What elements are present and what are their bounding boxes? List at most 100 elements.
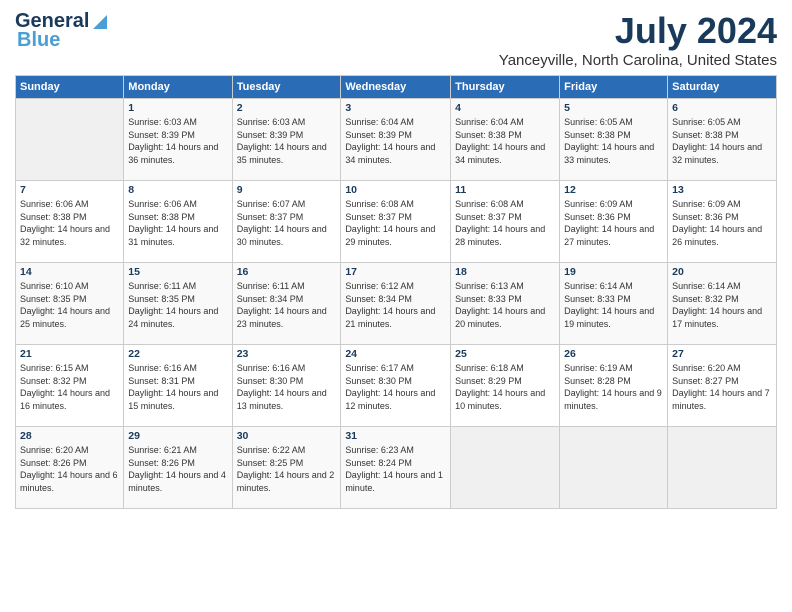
cell-daylight-info: Sunrise: 6:20 AMSunset: 8:26 PMDaylight:… bbox=[20, 444, 119, 494]
calendar-cell bbox=[560, 427, 668, 509]
day-number: 25 bbox=[455, 348, 555, 360]
header: General Blue July 2024 Yanceyville, Nort… bbox=[15, 10, 777, 69]
day-number: 19 bbox=[564, 266, 663, 278]
day-number: 8 bbox=[128, 184, 227, 196]
calendar-cell: 2 Sunrise: 6:03 AMSunset: 8:39 PMDaylight… bbox=[232, 99, 341, 181]
day-number: 27 bbox=[672, 348, 772, 360]
cell-daylight-info: Sunrise: 6:06 AMSunset: 8:38 PMDaylight:… bbox=[20, 198, 119, 248]
cell-daylight-info: Sunrise: 6:12 AMSunset: 8:34 PMDaylight:… bbox=[345, 280, 446, 330]
cell-daylight-info: Sunrise: 6:09 AMSunset: 8:36 PMDaylight:… bbox=[564, 198, 663, 248]
week-row-2: 7 Sunrise: 6:06 AMSunset: 8:38 PMDaylight… bbox=[16, 181, 777, 263]
cell-daylight-info: Sunrise: 6:08 AMSunset: 8:37 PMDaylight:… bbox=[345, 198, 446, 248]
cell-daylight-info: Sunrise: 6:13 AMSunset: 8:33 PMDaylight:… bbox=[455, 280, 555, 330]
calendar-cell: 25 Sunrise: 6:18 AMSunset: 8:29 PMDayligh… bbox=[451, 345, 560, 427]
day-number: 18 bbox=[455, 266, 555, 278]
calendar-cell: 31Sunrise: 6:23 AMSunset: 8:24 PMDayligh… bbox=[341, 427, 451, 509]
day-number: 17 bbox=[345, 266, 446, 278]
calendar-cell: 3 Sunrise: 6:04 AMSunset: 8:39 PMDaylight… bbox=[341, 99, 451, 181]
cell-daylight-info: Sunrise: 6:05 AMSunset: 8:38 PMDaylight:… bbox=[564, 116, 663, 166]
cell-daylight-info: Sunrise: 6:10 AMSunset: 8:35 PMDaylight:… bbox=[20, 280, 119, 330]
calendar-table: SundayMondayTuesdayWednesdayThursdayFrid… bbox=[15, 75, 777, 509]
calendar-cell: 27 Sunrise: 6:20 AMSunset: 8:27 PMDayligh… bbox=[668, 345, 777, 427]
day-number: 21 bbox=[20, 348, 119, 360]
day-number: 26 bbox=[564, 348, 663, 360]
cell-daylight-info: Sunrise: 6:14 AMSunset: 8:32 PMDaylight:… bbox=[672, 280, 772, 330]
calendar-cell: 22Sunrise: 6:16 AMSunset: 8:31 PMDayligh… bbox=[124, 345, 232, 427]
day-number: 24 bbox=[345, 348, 446, 360]
cell-daylight-info: Sunrise: 6:21 AMSunset: 8:26 PMDaylight:… bbox=[128, 444, 227, 494]
page: General Blue July 2024 Yanceyville, Nort… bbox=[0, 0, 792, 612]
day-number: 23 bbox=[237, 348, 337, 360]
calendar-cell: 9 Sunrise: 6:07 AMSunset: 8:37 PMDaylight… bbox=[232, 181, 341, 263]
cell-daylight-info: Sunrise: 6:16 AMSunset: 8:30 PMDaylight:… bbox=[237, 362, 337, 412]
day-number: 29 bbox=[128, 430, 227, 442]
day-number: 30 bbox=[237, 430, 337, 442]
calendar-cell: 11 Sunrise: 6:08 AMSunset: 8:37 PMDayligh… bbox=[451, 181, 560, 263]
location-subtitle: Yanceyville, North Carolina, United Stat… bbox=[499, 52, 777, 69]
calendar-cell: 15 Sunrise: 6:11 AMSunset: 8:35 PMDayligh… bbox=[124, 263, 232, 345]
calendar-cell: 30 Sunrise: 6:22 AMSunset: 8:25 PMDayligh… bbox=[232, 427, 341, 509]
header-day-monday: Monday bbox=[124, 76, 232, 99]
day-number: 1 bbox=[128, 102, 227, 114]
day-number: 11 bbox=[455, 184, 555, 196]
calendar-cell: 16 Sunrise: 6:11 AMSunset: 8:34 PMDayligh… bbox=[232, 263, 341, 345]
calendar-cell: 29 Sunrise: 6:21 AMSunset: 8:26 PMDayligh… bbox=[124, 427, 232, 509]
calendar-header-row: SundayMondayTuesdayWednesdayThursdayFrid… bbox=[16, 76, 777, 99]
calendar-cell: 26Sunrise: 6:19 AMSunset: 8:28 PMDayligh… bbox=[560, 345, 668, 427]
calendar-cell: 19 Sunrise: 6:14 AMSunset: 8:33 PMDayligh… bbox=[560, 263, 668, 345]
day-number: 16 bbox=[237, 266, 337, 278]
calendar-cell: 1Sunrise: 6:03 AMSunset: 8:39 PMDaylight… bbox=[124, 99, 232, 181]
day-number: 31 bbox=[345, 430, 446, 442]
day-number: 20 bbox=[672, 266, 772, 278]
calendar-cell: 18 Sunrise: 6:13 AMSunset: 8:33 PMDayligh… bbox=[451, 263, 560, 345]
day-number: 5 bbox=[564, 102, 663, 114]
day-number: 7 bbox=[20, 184, 119, 196]
cell-daylight-info: Sunrise: 6:15 AMSunset: 8:32 PMDaylight:… bbox=[20, 362, 119, 412]
day-number: 4 bbox=[455, 102, 555, 114]
title-block: July 2024 Yanceyville, North Carolina, U… bbox=[499, 10, 777, 69]
cell-daylight-info: Sunrise: 6:14 AMSunset: 8:33 PMDaylight:… bbox=[564, 280, 663, 330]
calendar-cell: 12 Sunrise: 6:09 AMSunset: 8:36 PMDayligh… bbox=[560, 181, 668, 263]
header-day-sunday: Sunday bbox=[16, 76, 124, 99]
calendar-cell: 14 Sunrise: 6:10 AMSunset: 8:35 PMDayligh… bbox=[16, 263, 124, 345]
day-number: 22 bbox=[128, 348, 227, 360]
cell-daylight-info: Sunrise: 6:08 AMSunset: 8:37 PMDaylight:… bbox=[455, 198, 555, 248]
cell-daylight-info: Sunrise: 6:04 AMSunset: 8:39 PMDaylight:… bbox=[345, 116, 446, 166]
week-row-3: 14 Sunrise: 6:10 AMSunset: 8:35 PMDayligh… bbox=[16, 263, 777, 345]
cell-daylight-info: Sunrise: 6:18 AMSunset: 8:29 PMDaylight:… bbox=[455, 362, 555, 412]
cell-daylight-info: Sunrise: 6:04 AMSunset: 8:38 PMDaylight:… bbox=[455, 116, 555, 166]
calendar-cell: 17 Sunrise: 6:12 AMSunset: 8:34 PMDayligh… bbox=[341, 263, 451, 345]
calendar-cell: 5 Sunrise: 6:05 AMSunset: 8:38 PMDaylight… bbox=[560, 99, 668, 181]
header-day-saturday: Saturday bbox=[668, 76, 777, 99]
cell-daylight-info: Sunrise: 6:20 AMSunset: 8:27 PMDaylight:… bbox=[672, 362, 772, 412]
cell-daylight-info: Sunrise: 6:03 AMSunset: 8:39 PMDaylight:… bbox=[237, 116, 337, 166]
cell-daylight-info: Sunrise: 6:11 AMSunset: 8:35 PMDaylight:… bbox=[128, 280, 227, 330]
cell-daylight-info: Sunrise: 6:05 AMSunset: 8:38 PMDaylight:… bbox=[672, 116, 772, 166]
day-number: 12 bbox=[564, 184, 663, 196]
calendar-cell: 10Sunrise: 6:08 AMSunset: 8:37 PMDayligh… bbox=[341, 181, 451, 263]
calendar-cell: 28 Sunrise: 6:20 AMSunset: 8:26 PMDayligh… bbox=[16, 427, 124, 509]
cell-daylight-info: Sunrise: 6:22 AMSunset: 8:25 PMDaylight:… bbox=[237, 444, 337, 494]
header-day-tuesday: Tuesday bbox=[232, 76, 341, 99]
calendar-cell bbox=[451, 427, 560, 509]
calendar-cell: 13 Sunrise: 6:09 AMSunset: 8:36 PMDayligh… bbox=[668, 181, 777, 263]
cell-daylight-info: Sunrise: 6:07 AMSunset: 8:37 PMDaylight:… bbox=[237, 198, 337, 248]
header-day-thursday: Thursday bbox=[451, 76, 560, 99]
week-row-1: 1 Sunrise: 6:03 AMSunset: 8:39 PMDaylight… bbox=[16, 99, 777, 181]
calendar-cell: 21 Sunrise: 6:15 AMSunset: 8:32 PMDayligh… bbox=[16, 345, 124, 427]
header-day-friday: Friday bbox=[560, 76, 668, 99]
calendar-cell: 24Sunrise: 6:17 AMSunset: 8:30 PMDayligh… bbox=[341, 345, 451, 427]
day-number: 13 bbox=[672, 184, 772, 196]
day-number: 6 bbox=[672, 102, 772, 114]
day-number: 2 bbox=[237, 102, 337, 114]
day-number: 28 bbox=[20, 430, 119, 442]
day-number: 9 bbox=[237, 184, 337, 196]
day-number: 15 bbox=[128, 266, 227, 278]
calendar-cell: 6 Sunrise: 6:05 AMSunset: 8:38 PMDaylight… bbox=[668, 99, 777, 181]
day-number: 3 bbox=[345, 102, 446, 114]
cell-daylight-info: Sunrise: 6:11 AMSunset: 8:34 PMDaylight:… bbox=[237, 280, 337, 330]
logo: General Blue bbox=[15, 10, 111, 52]
cell-daylight-info: Sunrise: 6:09 AMSunset: 8:36 PMDaylight:… bbox=[672, 198, 772, 248]
day-number: 14 bbox=[20, 266, 119, 278]
calendar-cell bbox=[668, 427, 777, 509]
